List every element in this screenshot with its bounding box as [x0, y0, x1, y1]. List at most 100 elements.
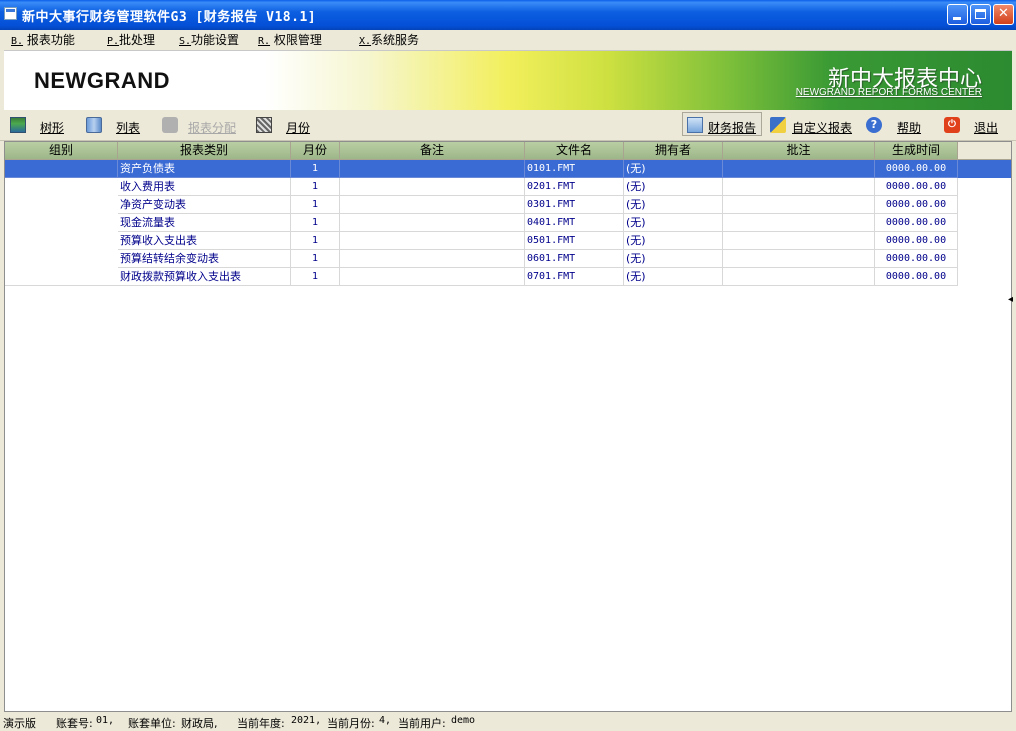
cell-filename: 0601.FMT [525, 250, 624, 268]
table-row[interactable]: 财政拨款预算收入支出表 1 0701.FMT (无) 0000.00.00 [5, 268, 1011, 286]
cell-generated-time: 0000.00.00 [875, 196, 958, 214]
table-row[interactable]: 预算收入支出表 1 0501.FMT (无) 0000.00.00 [5, 232, 1011, 250]
cell-generated-time: 0000.00.00 [875, 160, 958, 178]
cell-generated-time: 0000.00.00 [875, 250, 958, 268]
column-header-annotation[interactable]: 批注 [723, 142, 875, 160]
cell-group [5, 214, 118, 232]
column-header-note[interactable]: 备注 [340, 142, 525, 160]
power-icon: ⏻ [944, 117, 960, 133]
table-row[interactable]: 预算结转结余变动表 1 0601.FMT (无) 0000.00.00 [5, 250, 1011, 268]
cell-category: 资产负债表 [118, 160, 291, 178]
menu-label: 权限管理 [273, 33, 322, 47]
finance-report-label: 财务报告 [708, 121, 757, 135]
report-icon [687, 117, 703, 133]
cell-group [5, 196, 118, 214]
list-icon [86, 117, 102, 133]
cell-month: 1 [291, 214, 340, 232]
maximize-icon [975, 9, 986, 19]
cell-owner: (无) [624, 196, 723, 214]
menu-label: 系统服务 [371, 33, 420, 47]
status-bar: 演示版 账套号: 01, 账套单位: 财政局, 当前年度: 2021, 当前月份… [0, 713, 1016, 730]
list-view-button[interactable]: 列表 [86, 117, 146, 135]
cell-annotation [723, 160, 875, 178]
report-grid[interactable]: 组别 报表类别 月份 备注 文件名 拥有者 批注 生成时间 资产负债表 1 01… [4, 141, 1012, 712]
tree-view-label: 树形 [40, 121, 65, 135]
menu-accel-key: B. [11, 36, 24, 47]
cell-filename: 0301.FMT [525, 196, 624, 214]
cell-group [5, 232, 118, 250]
column-header-generated-time[interactable]: 生成时间 [875, 142, 958, 160]
report-distribute-label: 报表分配 [188, 121, 237, 135]
cell-group [5, 178, 118, 196]
report-distribute-button[interactable]: 报表分配 [162, 117, 242, 135]
app-icon [4, 7, 17, 20]
list-view-label: 列表 [116, 121, 141, 135]
menu-settings[interactable]: S.功能设置 [179, 31, 239, 48]
menu-batch[interactable]: P.批处理 [107, 31, 155, 48]
account-value: 01, [96, 715, 115, 726]
menu-label: 批处理 [119, 33, 156, 47]
cell-note [340, 160, 525, 178]
cell-generated-time: 0000.00.00 [875, 232, 958, 250]
menu-bar: B. 报表功能 P.批处理 S.功能设置 R. 权限管理 X.系统服务 [0, 30, 1016, 48]
cell-annotation [723, 196, 875, 214]
cell-month: 1 [291, 160, 340, 178]
menu-permissions[interactable]: R. 权限管理 [258, 31, 322, 48]
menu-report-functions[interactable]: B. 报表功能 [11, 31, 75, 48]
cell-note [340, 214, 525, 232]
table-row[interactable]: 资产负债表 1 0101.FMT (无) 0000.00.00 [5, 160, 1011, 178]
month-button[interactable]: 月份 [256, 117, 316, 135]
cell-group [5, 160, 118, 178]
cell-month: 1 [291, 196, 340, 214]
cell-note [340, 196, 525, 214]
column-header-filename[interactable]: 文件名 [525, 142, 624, 160]
column-header-month[interactable]: 月份 [291, 142, 340, 160]
cell-filename: 0401.FMT [525, 214, 624, 232]
cell-note [340, 232, 525, 250]
cell-group [5, 250, 118, 268]
close-button[interactable]: ✕ [993, 4, 1014, 25]
tree-view-button[interactable]: 树形 [10, 117, 70, 135]
cell-group [5, 268, 118, 286]
cell-category: 净资产变动表 [118, 196, 291, 214]
finance-report-button[interactable]: 财务报告 [687, 117, 763, 135]
month-label: 月份 [286, 121, 311, 135]
newgrand-logo: NEWGRAND [34, 68, 170, 93]
cell-note [340, 250, 525, 268]
cell-annotation [723, 214, 875, 232]
exit-button[interactable]: ⏻ 退出 [944, 117, 1004, 135]
cell-category: 收入费用表 [118, 178, 291, 196]
cell-owner: (无) [624, 232, 723, 250]
menu-label: 功能设置 [191, 33, 240, 47]
cell-note [340, 178, 525, 196]
help-button[interactable]: ? 帮助 [866, 117, 926, 135]
menu-accel-key: P. [107, 36, 120, 47]
cell-owner: (无) [624, 178, 723, 196]
custom-report-icon [770, 117, 786, 133]
distribute-icon [162, 117, 178, 133]
menu-system-services[interactable]: X.系统服务 [359, 31, 419, 48]
cell-generated-time: 0000.00.00 [875, 214, 958, 232]
menu-accel-key: S. [179, 36, 192, 47]
minimize-button[interactable] [947, 4, 968, 25]
close-icon: ✕ [998, 6, 1009, 21]
table-row[interactable]: 收入费用表 1 0201.FMT (无) 0000.00.00 [5, 178, 1011, 196]
cell-month: 1 [291, 232, 340, 250]
user-value: demo [451, 715, 476, 726]
title-bar[interactable]: 新中大事行财务管理软件G3 [财务报告 V18.1] ✕ [0, 0, 1016, 30]
grid-header: 组别 报表类别 月份 备注 文件名 拥有者 批注 生成时间 [5, 142, 1011, 160]
cell-filename: 0201.FMT [525, 178, 624, 196]
column-header-category[interactable]: 报表类别 [118, 142, 291, 160]
cell-month: 1 [291, 250, 340, 268]
maximize-button[interactable] [970, 4, 991, 25]
table-row[interactable]: 现金流量表 1 0401.FMT (无) 0000.00.00 [5, 214, 1011, 232]
custom-report-button[interactable]: 自定义报表 [770, 117, 856, 135]
column-header-group[interactable]: 组别 [5, 142, 118, 160]
window-title: 新中大事行财务管理软件G3 [财务报告 V18.1] [22, 10, 317, 25]
column-header-owner[interactable]: 拥有者 [624, 142, 723, 160]
cell-owner: (无) [624, 214, 723, 232]
table-row[interactable]: 净资产变动表 1 0301.FMT (无) 0000.00.00 [5, 196, 1011, 214]
cell-category: 现金流量表 [118, 214, 291, 232]
cell-filename: 0701.FMT [525, 268, 624, 286]
column-header-filler [958, 142, 1011, 160]
